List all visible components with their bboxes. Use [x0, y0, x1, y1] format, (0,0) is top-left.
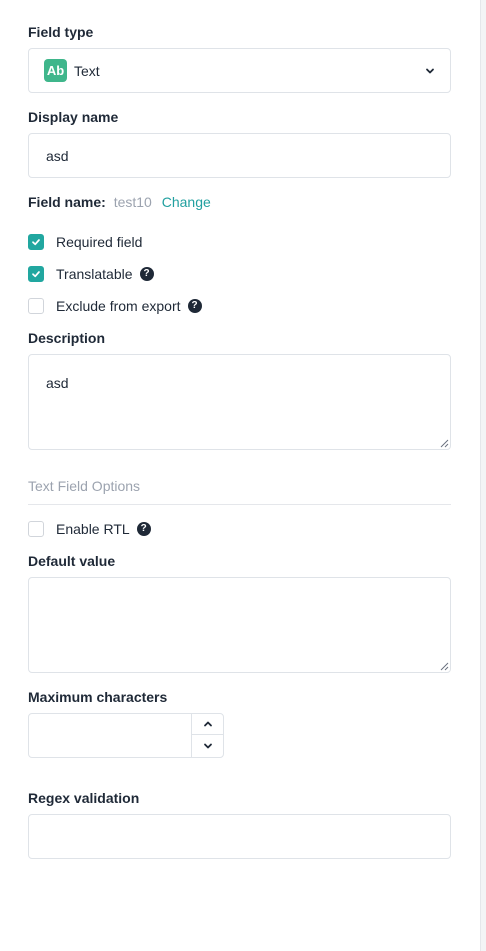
display-name-input[interactable]: asd	[28, 133, 451, 178]
number-spinner	[191, 714, 223, 757]
description-label: Description	[28, 330, 106, 346]
text-type-icon: Ab	[44, 59, 67, 82]
default-value-label: Default value	[28, 553, 116, 569]
checkmark-icon	[32, 271, 40, 278]
chevron-down-icon	[426, 68, 434, 74]
field-type-select[interactable]: Ab Text	[28, 48, 451, 93]
panel-edge	[480, 0, 486, 951]
help-icon[interactable]: ?	[187, 299, 202, 313]
field-name-value: test10	[113, 194, 152, 210]
field-type-value: Text	[74, 63, 100, 79]
regex-validation-input[interactable]	[28, 814, 451, 859]
enable-rtl-row[interactable]: Enable RTL ?	[28, 520, 151, 538]
translatable-row[interactable]: Translatable ?	[28, 265, 154, 283]
translatable-checkbox[interactable]	[28, 266, 44, 282]
translatable-label: Translatable	[56, 266, 133, 282]
display-name-label: Display name	[28, 109, 119, 125]
text-field-options-title: Text Field Options	[28, 478, 141, 494]
section-divider	[28, 504, 451, 505]
description-value: asd	[46, 375, 69, 391]
description-textarea[interactable]: asd	[28, 354, 451, 450]
resize-handle-icon[interactable]	[440, 439, 449, 448]
exclude-export-label: Exclude from export	[56, 298, 181, 314]
field-settings-panel: Field type Ab Text Display name asd Fiel…	[0, 0, 480, 951]
decrement-button[interactable]	[192, 735, 223, 756]
regex-validation-label: Regex validation	[28, 790, 140, 806]
enable-rtl-checkbox[interactable]	[28, 521, 44, 537]
max-characters-label: Maximum characters	[28, 689, 168, 705]
exclude-export-row[interactable]: Exclude from export ?	[28, 297, 202, 315]
change-field-name-link[interactable]: Change	[162, 194, 211, 210]
required-field-row[interactable]: Required field	[28, 233, 142, 251]
max-characters-input[interactable]	[28, 713, 224, 758]
required-field-checkbox[interactable]	[28, 234, 44, 250]
enable-rtl-label: Enable RTL	[56, 521, 130, 537]
increment-button[interactable]	[192, 714, 223, 735]
display-name-value: asd	[46, 148, 69, 164]
help-icon[interactable]: ?	[139, 267, 154, 281]
default-value-textarea[interactable]	[28, 577, 451, 673]
chevron-down-icon	[203, 743, 212, 748]
resize-handle-icon[interactable]	[440, 662, 449, 671]
field-type-label: Field type	[28, 24, 94, 40]
exclude-export-checkbox[interactable]	[28, 298, 44, 314]
checkmark-icon	[32, 239, 40, 246]
field-name-label: Field name:	[28, 194, 106, 210]
help-icon[interactable]: ?	[136, 522, 151, 536]
required-field-label: Required field	[56, 234, 143, 250]
chevron-up-icon	[203, 721, 212, 727]
field-name-row: Field name: test10 Change	[28, 194, 211, 210]
